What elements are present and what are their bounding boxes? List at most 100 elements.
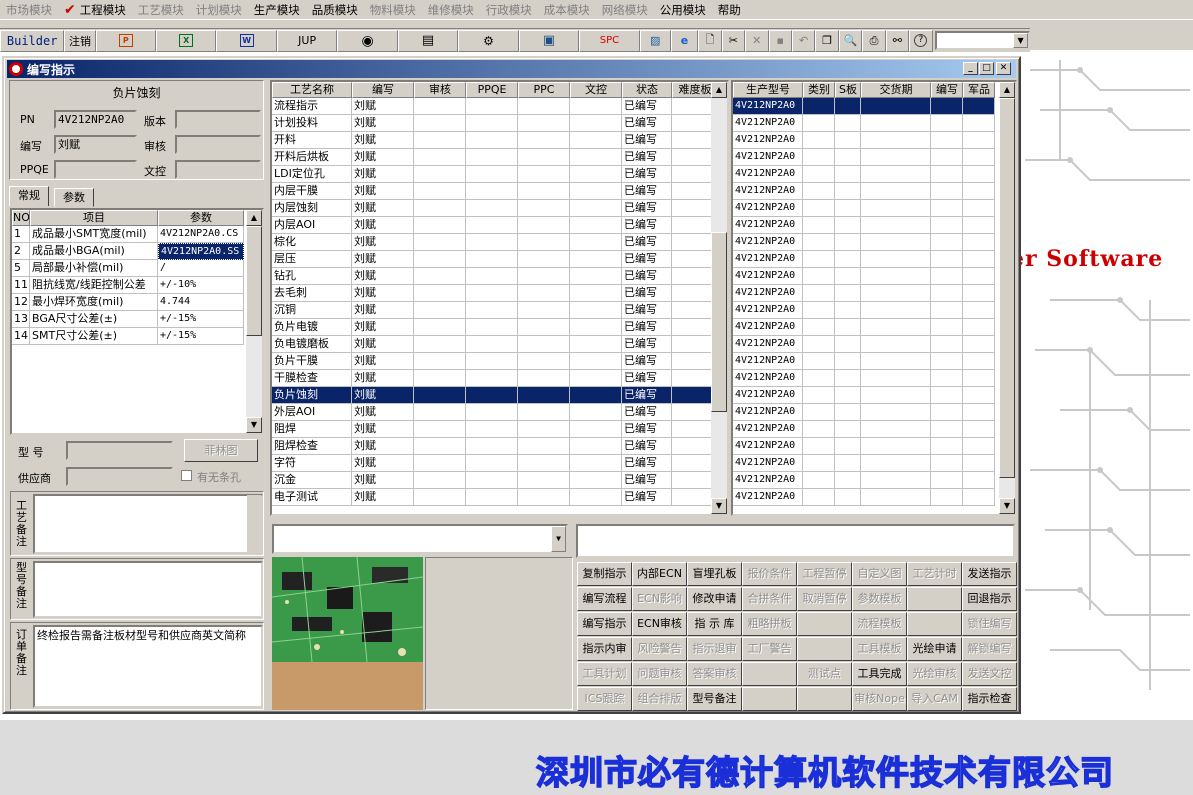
model-note-text[interactable] xyxy=(33,561,263,618)
scroll-down-icon[interactable]: ▼ xyxy=(999,498,1015,514)
copy-button[interactable]: ❐ xyxy=(815,29,839,52)
production-row[interactable]: 4V212NP2A0 xyxy=(733,183,1015,200)
action-button-5-3[interactable] xyxy=(742,687,797,711)
action-button-0-2[interactable]: 盲埋孔板 xyxy=(687,562,742,586)
notch-checkbox[interactable] xyxy=(181,470,192,481)
params-row[interactable]: 1 成品最小SMT宽度(mil) 4V212NP2A0.CS xyxy=(12,226,262,243)
process-col-header[interactable]: 编写 xyxy=(352,82,414,98)
process-col-header[interactable]: 文控 xyxy=(570,82,622,98)
minimize-button[interactable]: _ xyxy=(963,62,978,75)
production-row[interactable]: 4V212NP2A0 xyxy=(733,234,1015,251)
action-button-1-7[interactable]: 回退指示 xyxy=(962,587,1017,611)
save-button[interactable]: ▪ xyxy=(768,29,792,52)
process-note-text[interactable] xyxy=(33,494,263,554)
menu-item-11[interactable]: 公用模块 xyxy=(654,0,712,20)
production-row[interactable]: 4V212NP2A0 xyxy=(733,438,1015,455)
action-button-1-0[interactable]: 编写流程 xyxy=(577,587,632,611)
menu-item-10[interactable]: 网络模块 xyxy=(596,0,654,20)
production-col-header[interactable]: S板 xyxy=(835,82,861,98)
print-button[interactable]: ⎙ xyxy=(862,29,886,52)
review-field[interactable] xyxy=(175,135,261,154)
process-row[interactable]: 去毛刺 刘赋 已编写 xyxy=(272,285,727,302)
params-row[interactable]: 12 最小焊环宽度(mil) 4.744 xyxy=(12,294,262,311)
production-col-header[interactable]: 军品 xyxy=(963,82,995,98)
process-col-header[interactable]: PPQE xyxy=(466,82,518,98)
production-row[interactable]: 4V212NP2A0 xyxy=(733,336,1015,353)
supplier-field[interactable] xyxy=(66,467,173,486)
menu-item-4[interactable]: 生产模块 xyxy=(248,0,306,20)
action-button-3-6[interactable]: 光绘申请 xyxy=(907,637,962,661)
process-row[interactable]: 开料后烘板 刘赋 已编写 xyxy=(272,149,727,166)
menu-item-2[interactable]: 工艺模块 xyxy=(132,0,190,20)
tab-general[interactable]: 常规 xyxy=(9,186,49,206)
action-button-5-2[interactable]: 型号备注 xyxy=(687,687,742,711)
action-button-0-4[interactable]: 工程暂停 xyxy=(797,562,852,586)
new-button[interactable]: 🗋 xyxy=(698,29,722,52)
action-button-5-7[interactable]: 指示检查 xyxy=(962,687,1017,711)
scroll-thumb[interactable] xyxy=(246,226,262,336)
process-row[interactable]: 字符 刘赋 已编写 xyxy=(272,455,727,472)
process-row[interactable]: 阻焊检查 刘赋 已编写 xyxy=(272,438,727,455)
spc-button[interactable]: SPC xyxy=(579,29,640,52)
process-row[interactable]: 内层蚀刻 刘赋 已编写 xyxy=(272,200,727,217)
action-button-2-3[interactable]: 粗略拼板 xyxy=(742,612,797,636)
production-row[interactable]: 4V212NP2A0 xyxy=(733,166,1015,183)
action-button-4-5[interactable]: 工具完成 xyxy=(852,662,907,686)
chevron-down-icon[interactable]: ▼ xyxy=(551,526,566,552)
action-button-5-1[interactable]: 组合排版 xyxy=(632,687,687,711)
production-row[interactable]: 4V212NP2A0 xyxy=(733,353,1015,370)
production-row[interactable]: 4V212NP2A0 xyxy=(733,149,1015,166)
menu-item-5[interactable]: 品质模块 xyxy=(306,0,364,20)
params-row[interactable]: 13 BGA尺寸公差(±) +/-15% xyxy=(12,311,262,328)
production-row[interactable]: 4V212NP2A0 xyxy=(733,285,1015,302)
action-button-1-6[interactable] xyxy=(907,587,962,611)
process-row[interactable]: 计划投料 刘赋 已编写 xyxy=(272,115,727,132)
menu-item-6[interactable]: 物料模块 xyxy=(364,0,422,20)
version-field[interactable] xyxy=(175,110,261,129)
scroll-down-icon[interactable]: ▼ xyxy=(711,498,727,514)
logout-button[interactable]: 注销 xyxy=(64,29,96,52)
process-row[interactable]: 负片干膜 刘赋 已编写 xyxy=(272,353,727,370)
production-row[interactable]: 4V212NP2A0 xyxy=(733,251,1015,268)
process-row[interactable]: 负片蚀刻 刘赋 已编写 xyxy=(272,387,727,404)
powerpoint-button[interactable]: P xyxy=(95,29,157,52)
process-combo[interactable]: ▼ xyxy=(272,524,568,554)
action-button-1-4[interactable]: 取消暂停 xyxy=(797,587,852,611)
action-button-2-0[interactable]: 编写指示 xyxy=(577,612,632,636)
doc-control-field[interactable] xyxy=(175,160,261,179)
action-button-2-2[interactable]: 指 示 库 xyxy=(687,612,742,636)
view-button[interactable]: ◉ xyxy=(337,29,398,52)
params-row[interactable]: 5 局部最小补偿(mil) / xyxy=(12,260,262,277)
production-scrollbar[interactable]: ▲ ▼ xyxy=(999,82,1015,514)
scroll-thumb[interactable] xyxy=(999,98,1015,478)
menu-item-8[interactable]: 行政模块 xyxy=(480,0,538,20)
process-col-header[interactable]: PPC xyxy=(518,82,570,98)
production-row[interactable]: 4V212NP2A0 xyxy=(733,217,1015,234)
production-col-header[interactable]: 编写 xyxy=(931,82,963,98)
params-scrollbar[interactable]: ▲ ▼ xyxy=(246,210,262,433)
help-button[interactable]: ? xyxy=(909,29,933,52)
params-row[interactable]: 11 阻抗线宽/线距控制公差 +/-10% xyxy=(12,277,262,294)
action-button-4-1[interactable]: 问题审核 xyxy=(632,662,687,686)
process-row[interactable]: 钻孔 刘赋 已编写 xyxy=(272,268,727,285)
production-row[interactable]: 4V212NP2A0 xyxy=(733,455,1015,472)
action-button-5-0[interactable]: ICS跟踪 xyxy=(577,687,632,711)
process-row[interactable]: 内层干膜 刘赋 已编写 xyxy=(272,183,727,200)
ie-button[interactable]: e xyxy=(670,29,699,52)
network-button[interactable]: ⚙ xyxy=(458,29,519,52)
tab-params[interactable]: 参数 xyxy=(54,188,94,207)
film-drawing-button[interactable]: 菲林图 xyxy=(184,439,258,462)
production-row[interactable]: 4V212NP2A0 xyxy=(733,319,1015,336)
production-row[interactable]: 4V212NP2A0 xyxy=(733,421,1015,438)
action-button-0-6[interactable]: 工艺计时 xyxy=(907,562,962,586)
process-row[interactable]: 外层AOI 刘赋 已编写 xyxy=(272,404,727,421)
ppqe-field[interactable] xyxy=(54,160,137,179)
process-row[interactable]: LDI定位孔 刘赋 已编写 xyxy=(272,166,727,183)
process-row[interactable]: 沉金 刘赋 已编写 xyxy=(272,472,727,489)
menu-item-7[interactable]: 维修模块 xyxy=(422,0,480,20)
command-input[interactable] xyxy=(576,524,1015,558)
action-button-3-5[interactable]: 工具模板 xyxy=(852,637,907,661)
word-button[interactable]: W xyxy=(216,29,277,52)
action-button-4-7[interactable]: 发送文控 xyxy=(962,662,1017,686)
action-button-0-5[interactable]: 自定义图 xyxy=(852,562,907,586)
